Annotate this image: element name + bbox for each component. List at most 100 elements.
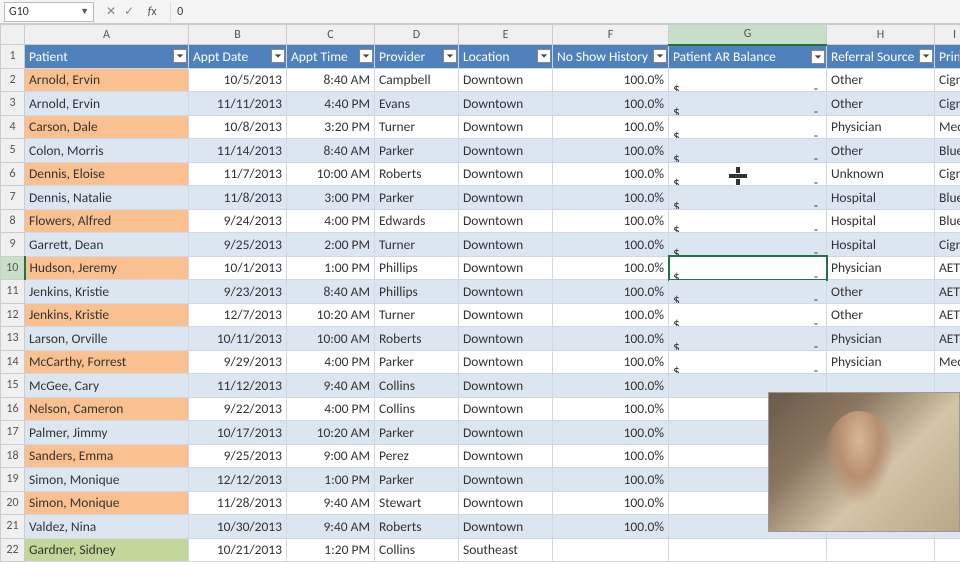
cell-patient[interactable]: Arnold, Ervin [25,92,189,116]
cell-appt-date[interactable]: 9/29/2013 [189,350,287,374]
cell-appt-time[interactable]: 2:00 PM [287,233,375,257]
cell-ar-balance[interactable] [669,538,827,562]
cell-ar-balance[interactable]: $- [669,209,827,233]
header-cell[interactable]: Appt Date [189,45,287,69]
cell-patient[interactable]: Simon, Monique [25,491,189,515]
cell-appt-time[interactable]: 8:40 AM [287,139,375,163]
cell-provider[interactable]: Roberts [375,515,459,539]
cell-location[interactable]: Downtown [459,115,553,139]
cell-referral[interactable]: Hospital [827,233,935,257]
cell-appt-date[interactable]: 11/12/2013 [189,374,287,398]
cell-referral[interactable]: Unknown [827,162,935,186]
row-number[interactable]: 9 [1,233,25,257]
cell-appt-time[interactable]: 1:20 PM [287,538,375,562]
cell-ar-balance[interactable]: $- [669,303,827,327]
row-number[interactable]: 5 [1,139,25,163]
cell-referral[interactable]: Other [827,68,935,92]
cell-noshow[interactable]: 100.0% [553,444,669,468]
cell-location[interactable]: Downtown [459,397,553,421]
cell-referral[interactable]: Physician [827,256,935,280]
row-number[interactable]: 22 [1,538,25,562]
cell-ar-balance[interactable]: $- [669,233,827,257]
cell-appt-time[interactable]: 1:00 PM [287,468,375,492]
cell-appt-time[interactable]: 9:40 AM [287,491,375,515]
filter-dropdown-icon[interactable] [653,49,667,63]
fx-icon[interactable]: fx [142,5,162,19]
cell-patient[interactable]: Jenkins, Kristie [25,303,189,327]
cell-patient[interactable]: Colon, Morris [25,139,189,163]
cell-provider[interactable]: Turner [375,233,459,257]
cell-appt-time[interactable]: 9:40 AM [287,515,375,539]
cell-appt-date[interactable]: 10/21/2013 [189,538,287,562]
cell-provider[interactable]: Phillips [375,280,459,304]
cell-appt-time[interactable]: 10:00 AM [287,327,375,351]
cell-provider[interactable]: Parker [375,421,459,445]
cell-noshow[interactable]: 100.0% [553,515,669,539]
cell-appt-date[interactable]: 11/8/2013 [189,186,287,210]
select-all-cell[interactable] [1,25,25,45]
cancel-icon[interactable]: ✕ [106,4,116,19]
row-number[interactable]: 19 [1,468,25,492]
cell-location[interactable]: Downtown [459,162,553,186]
header-cell[interactable]: Provider [375,45,459,69]
column-header-E[interactable]: E [459,25,553,45]
cell-appt-time[interactable]: 9:00 AM [287,444,375,468]
row-number[interactable]: 18 [1,444,25,468]
cell-referral[interactable]: Hospital [827,186,935,210]
cell-patient[interactable]: Hudson, Jeremy [25,256,189,280]
cell-location[interactable]: Downtown [459,491,553,515]
cell-appt-date[interactable]: 9/25/2013 [189,233,287,257]
cell-primary[interactable]: Med [935,115,960,139]
cell-ar-balance[interactable]: $- [669,92,827,116]
cell-location[interactable]: Downtown [459,92,553,116]
cell-referral[interactable]: Physician [827,350,935,374]
cell-patient[interactable]: Dennis, Eloise [25,162,189,186]
cell-noshow[interactable]: 100.0% [553,92,669,116]
enter-icon[interactable]: ✓ [124,4,134,19]
cell-provider[interactable]: Turner [375,303,459,327]
cell-noshow[interactable]: 100.0% [553,162,669,186]
cell-primary[interactable]: Blue [935,139,960,163]
cell-appt-time[interactable]: 10:20 AM [287,421,375,445]
cell-provider[interactable]: Edwards [375,209,459,233]
row-number[interactable]: 6 [1,162,25,186]
column-header-A[interactable]: A [25,25,189,45]
cell-primary[interactable]: Med [935,350,960,374]
cell-patient[interactable]: Nelson, Cameron [25,397,189,421]
cell-patient[interactable]: Gardner, Sidney [25,538,189,562]
row-number[interactable]: 3 [1,92,25,116]
cell-appt-time[interactable]: 4:00 PM [287,350,375,374]
cell-location[interactable]: Downtown [459,186,553,210]
cell-referral[interactable]: Physician [827,327,935,351]
cell-referral[interactable]: Physician [827,115,935,139]
cell-provider[interactable]: Evans [375,92,459,116]
cell-patient[interactable]: Dennis, Natalie [25,186,189,210]
cell-patient[interactable]: McGee, Cary [25,374,189,398]
cell-appt-time[interactable]: 4:00 PM [287,209,375,233]
cell-primary[interactable] [935,538,960,562]
filter-dropdown-icon[interactable] [359,49,373,63]
cell-ar-balance[interactable]: $- [669,327,827,351]
cell-location[interactable]: Downtown [459,468,553,492]
cell-patient[interactable]: Garrett, Dean [25,233,189,257]
cell-ar-balance[interactable]: $- [669,350,827,374]
cell-appt-time[interactable]: 3:00 PM [287,186,375,210]
cell-appt-date[interactable]: 9/25/2013 [189,444,287,468]
filter-dropdown-icon[interactable] [271,49,285,63]
cell-appt-time[interactable]: 1:00 PM [287,256,375,280]
cell-patient[interactable]: Jenkins, Kristie [25,280,189,304]
row-number[interactable]: 12 [1,303,25,327]
cell-appt-date[interactable]: 10/11/2013 [189,327,287,351]
filter-dropdown-icon[interactable] [173,49,187,63]
cell-location[interactable]: Downtown [459,327,553,351]
column-header-B[interactable]: B [189,25,287,45]
header-cell[interactable]: Prim [935,45,960,69]
cell-noshow[interactable]: 100.0% [553,68,669,92]
row-number[interactable]: 2 [1,68,25,92]
cell-provider[interactable]: Parker [375,186,459,210]
column-header-F[interactable]: F [553,25,669,45]
cell-referral[interactable]: Other [827,280,935,304]
cell-noshow[interactable]: 100.0% [553,468,669,492]
cell-noshow[interactable]: 100.0% [553,209,669,233]
cell-ar-balance[interactable]: $- [669,68,827,92]
